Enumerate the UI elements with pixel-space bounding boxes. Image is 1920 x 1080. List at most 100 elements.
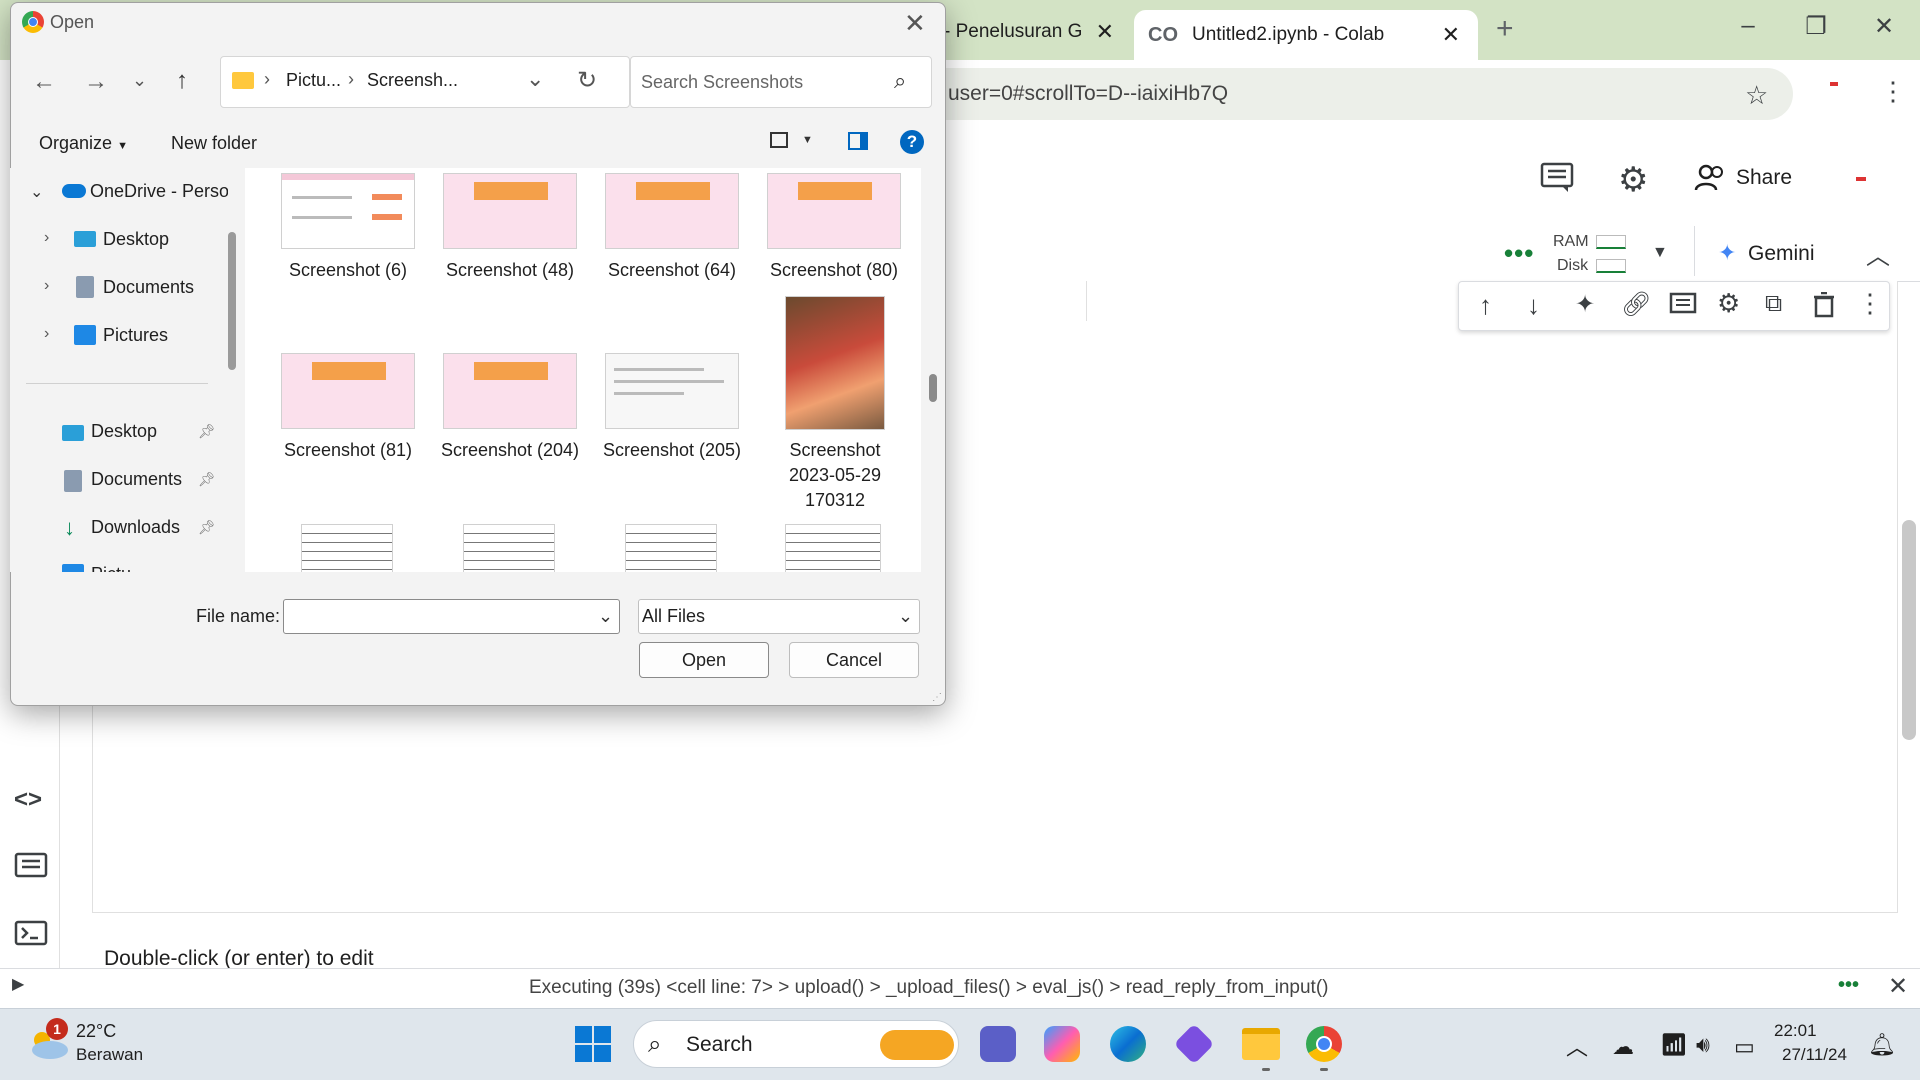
help-icon[interactable]: ? — [900, 130, 924, 154]
nav-item-onedrive[interactable]: OneDrive - Perso — [90, 181, 228, 202]
nav-item-desktop[interactable]: Desktop — [103, 229, 169, 250]
illustration-thumbnail[interactable] — [785, 296, 885, 430]
file-name-input[interactable] — [283, 599, 620, 634]
notifications-bell-icon[interactable]: 🔔︎ — [1868, 1032, 1896, 1058]
nav-item-pictures[interactable]: Pictures — [103, 325, 168, 346]
dialog-close-button[interactable]: ✕ — [904, 8, 926, 39]
search-icon[interactable]: ⌕ — [894, 68, 906, 94]
pin-icon[interactable]: 📌︎ — [198, 519, 216, 536]
close-tab-icon[interactable]: ✕ — [1442, 22, 1460, 48]
gemini-sparkle-icon[interactable]: ✦ — [1718, 240, 1736, 266]
edge-icon[interactable] — [1110, 1026, 1146, 1062]
onedrive-tray-icon[interactable]: ☁ — [1612, 1034, 1634, 1060]
file-type-dropdown-icon[interactable]: ⌄ — [898, 606, 913, 627]
file-name[interactable]: Screenshot (204) — [430, 438, 590, 463]
organize-menu[interactable]: Organize ▼ — [39, 133, 128, 154]
tab-colab[interactable]: CO Untitled2.ipynb - Colab ✕ — [1134, 10, 1478, 60]
url-text[interactable]: user=0#scrollTo=D--iaixiHb7Q — [948, 82, 1228, 106]
wifi-icon[interactable]: 📶︎ — [1660, 1032, 1688, 1058]
file-name[interactable]: Screenshot (48) — [430, 258, 590, 283]
refresh-icon[interactable]: ↻ — [577, 66, 597, 95]
show-hidden-icons-icon[interactable]: ︿ — [1566, 1030, 1588, 1062]
view-mode-icon[interactable] — [770, 132, 788, 148]
collapse-header-icon[interactable]: ︿ — [1866, 236, 1890, 271]
weather-description[interactable]: Berawan — [76, 1045, 143, 1065]
file-thumbnail[interactable] — [785, 524, 881, 572]
command-palette-icon[interactable] — [14, 852, 48, 878]
collapse-chevron-icon[interactable]: ⌄ — [30, 182, 43, 202]
mirror-cell-icon[interactable]: ⧉ — [1765, 290, 1782, 318]
settings-gear-icon[interactable]: ⚙ — [1618, 160, 1648, 200]
pin-icon[interactable]: 📌︎ — [198, 423, 216, 440]
volume-icon[interactable]: 🔊︎ — [1696, 1032, 1710, 1058]
runtime-dropdown-icon[interactable]: ▼ — [1652, 244, 1668, 262]
file-name[interactable]: Screenshot (80) — [754, 258, 914, 283]
quick-access-pictures[interactable]: Pictu — [91, 564, 131, 572]
nav-pane-scrollbar[interactable] — [228, 232, 236, 370]
battery-icon[interactable]: ▭ — [1734, 1034, 1755, 1060]
file-name-dropdown-icon[interactable]: ⌄ — [598, 606, 613, 627]
recent-locations-chevron-icon[interactable]: ⌄ — [132, 70, 147, 91]
status-close-icon[interactable]: ✕ — [1888, 972, 1908, 1001]
file-thumbnail[interactable] — [443, 353, 577, 429]
gemini-button[interactable]: Gemini — [1748, 242, 1815, 266]
account-avatar[interactable] — [1856, 177, 1866, 181]
expand-status-icon[interactable]: ▶ — [12, 974, 24, 994]
file-list-scrollbar[interactable] — [929, 374, 937, 402]
terminal-icon[interactable] — [14, 920, 48, 946]
browser-menu-icon[interactable]: ⋮ — [1880, 76, 1906, 107]
file-thumbnail[interactable] — [281, 173, 415, 249]
file-thumbnail[interactable] — [767, 173, 901, 249]
close-window-button[interactable]: ✕ — [1864, 12, 1904, 41]
new-folder-button[interactable]: New folder — [171, 133, 257, 154]
teams-icon[interactable] — [980, 1026, 1016, 1062]
gemini-cell-icon[interactable]: ✦ — [1575, 290, 1595, 319]
clock-time[interactable]: 22:01 — [1774, 1021, 1817, 1041]
tab-penelusuran[interactable]: - Penelusuran G ✕ — [944, 10, 1114, 54]
expand-chevron-icon[interactable]: › — [44, 229, 49, 247]
expand-chevron-icon[interactable]: › — [44, 325, 49, 343]
bookmark-star-icon[interactable]: ☆ — [1745, 80, 1768, 111]
view-dropdown-icon[interactable]: ▼ — [802, 134, 813, 146]
quick-access-downloads[interactable]: Downloads — [91, 517, 180, 538]
page-scrollbar[interactable] — [1902, 520, 1916, 740]
status-more-icon[interactable]: ••• — [1838, 974, 1859, 997]
nav-item-documents[interactable]: Documents — [103, 277, 194, 298]
file-thumbnail[interactable] — [443, 173, 577, 249]
restore-button[interactable]: ❐ — [1796, 12, 1836, 41]
share-button[interactable]: Share — [1736, 166, 1792, 190]
file-name[interactable]: Screenshot (205) — [592, 438, 752, 463]
expand-chevron-icon[interactable]: › — [44, 277, 49, 295]
delete-cell-icon[interactable] — [1813, 292, 1835, 318]
comment-icon[interactable] — [1540, 162, 1574, 194]
up-arrow-icon[interactable]: ↑ — [176, 67, 188, 95]
file-name[interactable]: Screenshot (6) — [268, 258, 428, 283]
minimize-button[interactable]: – — [1728, 12, 1768, 40]
file-name[interactable]: Screenshot 2023-05-29 170312 — [772, 438, 898, 513]
preview-pane-icon[interactable] — [848, 132, 868, 150]
clock-date[interactable]: 27/11/24 — [1782, 1045, 1847, 1065]
quick-access-desktop[interactable]: Desktop — [91, 421, 157, 442]
copilot-icon[interactable] — [1044, 1026, 1080, 1062]
file-name[interactable]: Screenshot (64) — [592, 258, 752, 283]
move-cell-up-icon[interactable]: ↑ — [1479, 290, 1492, 321]
move-cell-down-icon[interactable]: ↓ — [1527, 290, 1540, 321]
chrome-taskbar-icon[interactable] — [1306, 1026, 1342, 1062]
address-dropdown-icon[interactable]: ⌄ — [526, 66, 544, 92]
weather-temperature[interactable]: 22°C — [76, 1021, 116, 1042]
file-thumbnail[interactable] — [625, 524, 717, 572]
forward-arrow-icon[interactable]: → — [84, 68, 108, 96]
file-explorer-icon[interactable] — [1242, 1028, 1280, 1060]
pin-icon[interactable]: 📌︎ — [198, 471, 216, 488]
runtime-status-icon[interactable]: ••• — [1504, 238, 1534, 269]
file-thumbnail[interactable] — [301, 524, 393, 572]
windows-start-icon[interactable] — [575, 1026, 611, 1062]
file-name[interactable]: Screenshot (81) — [268, 438, 428, 463]
more-actions-icon[interactable]: ⋮ — [1857, 288, 1883, 319]
link-icon[interactable]: 🔗︎ — [1621, 290, 1651, 319]
quick-access-documents[interactable]: Documents — [91, 469, 182, 490]
breadcrumb-pictures[interactable]: Pictu... — [286, 70, 341, 91]
close-tab-icon[interactable]: ✕ — [1096, 19, 1114, 45]
cell-settings-icon[interactable]: ⚙ — [1717, 288, 1740, 319]
file-thumbnail[interactable] — [605, 353, 739, 429]
